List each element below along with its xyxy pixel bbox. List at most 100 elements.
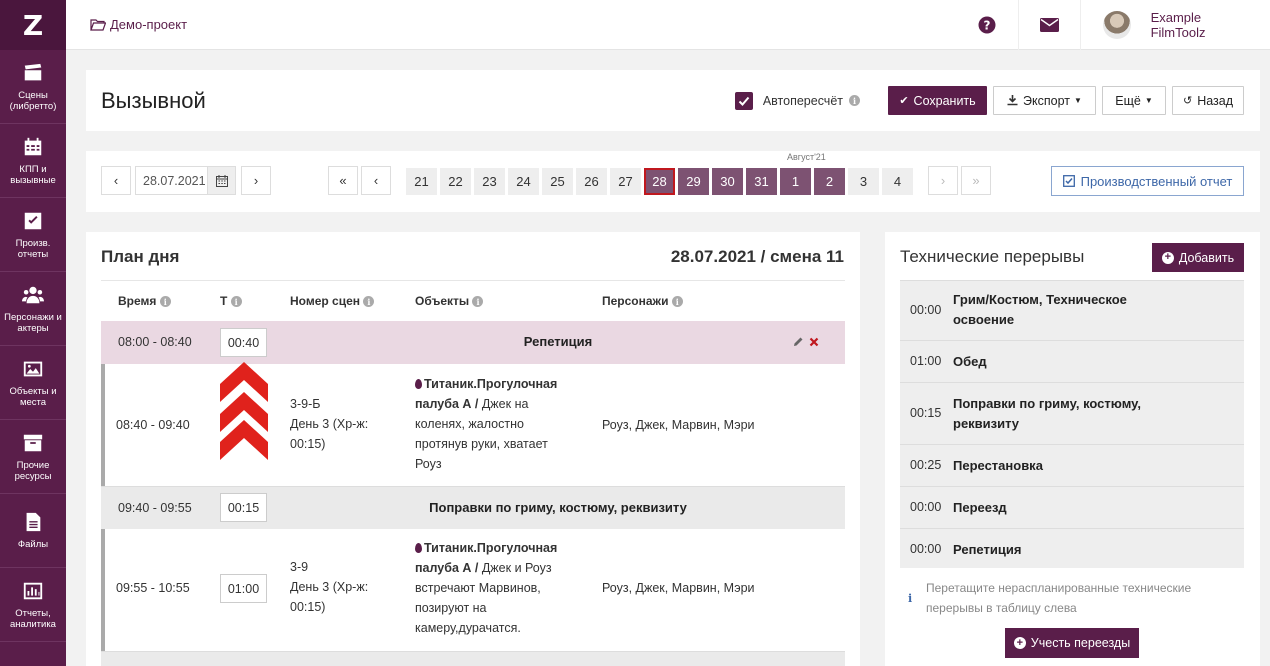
archive-icon (22, 432, 44, 454)
export-label: Экспорт (1023, 93, 1071, 108)
column-header-scene-number: Номер сцен i (290, 294, 375, 308)
table-row-scene[interactable]: 08:40 - 09:40 3-9-Б День 3 (Хр-ж: 00:15)… (101, 364, 845, 486)
sidebar-item-label: Сцены (либретто) (9, 89, 57, 112)
avatar (1103, 11, 1131, 39)
map-marker-icon (415, 379, 422, 389)
day-button[interactable]: 25 (542, 168, 573, 195)
edit-icon[interactable] (793, 335, 804, 350)
tech-break-item[interactable]: 00:25 Перестановка (900, 444, 1244, 486)
more-button[interactable]: Ещё ▼ (1102, 86, 1166, 115)
add-break-button[interactable]: + Добавить (1152, 243, 1244, 272)
map-marker-icon (415, 543, 422, 553)
calendar-icon[interactable] (207, 167, 235, 194)
date-input[interactable]: 28.07.2021 (135, 166, 236, 195)
info-icon: i (230, 296, 242, 308)
break-time: 01:00 (910, 354, 942, 368)
break-name: Репетиция (953, 542, 1022, 557)
table-row-rehearsal[interactable]: 08:00 - 08:40 00:40 Репетиция (101, 321, 845, 364)
day-button[interactable]: 3 (848, 168, 879, 195)
help-button[interactable]: ? (956, 0, 1018, 50)
column-header-characters: Персонажи i (602, 294, 683, 308)
delete-icon[interactable] (809, 335, 819, 350)
day-button[interactable]: 30 (712, 168, 743, 195)
clapperboard-icon (22, 62, 44, 84)
sidebar-item-scenes[interactable]: Сцены (либретто) (0, 50, 66, 124)
top-bar: Демо-проект ? Example FilmToolz (66, 0, 1270, 50)
sidebar-item-reports[interactable]: Произв. отчеты (0, 198, 66, 272)
auto-recalc-label: Автопересчёт (762, 93, 843, 108)
user-name: Example FilmToolz (1150, 10, 1206, 40)
duration-input[interactable]: 00:15 (220, 493, 267, 522)
table-row-scene[interactable]: 09:55 - 10:55 01:00 3-9 День 3 (Хр-ж: 00… (101, 529, 845, 651)
last-page-button[interactable]: » (961, 166, 991, 195)
next-page-button[interactable]: › (928, 166, 958, 195)
plus-icon: + (1161, 251, 1174, 264)
moves-label: Учесть переезды (1030, 636, 1131, 650)
tech-break-item[interactable]: 00:00 Переезд (900, 486, 1244, 528)
day-button[interactable]: 24 (508, 168, 539, 195)
sidebar-item-calls[interactable]: КПП и вызывные (0, 124, 66, 198)
undo-icon: ↺ (1182, 95, 1193, 107)
day-button[interactable]: 29 (678, 168, 709, 195)
row-label: Поправки по гриму, костюму, реквизиту (429, 500, 687, 515)
prev-date-button[interactable]: ‹ (101, 166, 131, 195)
prev-page-button[interactable]: ‹ (361, 166, 391, 195)
help-icon: ? (978, 16, 996, 34)
break-time: 00:15 (910, 406, 942, 420)
production-report-button[interactable]: Производственный отчет (1051, 166, 1244, 196)
day-button[interactable]: 21 (406, 168, 437, 195)
download-icon (1007, 95, 1018, 106)
user-menu[interactable]: Example FilmToolz (1080, 0, 1270, 50)
tech-breaks-title: Технические перерывы (900, 247, 1085, 266)
tech-break-item[interactable]: 00:00 Грим/Костюм, Техническое освоение (900, 280, 1244, 340)
app-logo[interactable]: Z (0, 0, 66, 50)
sidebar-item-analytics[interactable]: Отчеты, аналитика (0, 568, 66, 642)
scene-number: 3-9 День 3 (Хр-ж: 00:15) (290, 560, 369, 614)
duration-input[interactable]: 01:00 (220, 574, 267, 603)
drag-hint: i Перетащите нераспланированные техничес… (908, 581, 1192, 615)
break-name: Переезд (953, 500, 1007, 515)
sidebar-item-label: Объекты и места (9, 385, 57, 408)
sidebar-item-resources[interactable]: Прочие ресурсы (0, 420, 66, 494)
sidebar-item-label: КПП и вызывные (10, 163, 56, 186)
sidebar-item-files[interactable]: Файлы (0, 494, 66, 568)
table-row-break[interactable]: 09:40 - 09:55 00:15 Поправки по гриму, к… (101, 486, 845, 529)
sidebar-item-label: Произв. отчеты (15, 237, 51, 260)
export-button[interactable]: Экспорт ▼ (993, 86, 1096, 115)
duration-input[interactable]: 00:40 (220, 328, 267, 357)
break-time: 00:00 (910, 500, 942, 514)
day-button-selected[interactable]: 28 (644, 168, 675, 195)
sidebar-item-objects[interactable]: Объекты и места (0, 346, 66, 420)
day-button[interactable]: 23 (474, 168, 505, 195)
account-moves-button[interactable]: + Учесть переезды (1005, 628, 1139, 658)
day-button[interactable]: 1 (780, 168, 811, 195)
save-button[interactable]: ✔ Сохранить (888, 86, 987, 115)
column-header-duration: Т i (220, 294, 242, 308)
messages-button[interactable] (1018, 0, 1080, 50)
date-value: 28.07.2021 (143, 173, 206, 188)
info-icon: i (908, 592, 913, 605)
tech-break-item[interactable]: 01:00 Обед (900, 340, 1244, 382)
day-button[interactable]: 22 (440, 168, 471, 195)
break-name: Обед (953, 354, 987, 369)
sidebar-item-characters[interactable]: Персонажи и актеры (0, 272, 66, 346)
auto-recalc-checkbox[interactable] (734, 91, 753, 110)
tech-break-item[interactable]: 00:00 Репетиция (900, 528, 1244, 568)
day-button[interactable]: 27 (610, 168, 641, 195)
check-square-icon (1062, 175, 1075, 187)
first-page-button[interactable]: « (328, 166, 358, 195)
day-button[interactable]: 31 (746, 168, 777, 195)
back-button[interactable]: ↺ Назад (1172, 86, 1244, 115)
info-icon: i (671, 296, 683, 308)
next-date-button[interactable]: › (241, 166, 271, 195)
plan-date-shift: 28.07.2021 / смена 11 (670, 247, 844, 266)
day-button[interactable]: 2 (814, 168, 845, 195)
save-label: Сохранить (913, 93, 976, 108)
breadcrumb[interactable]: Демо-проект (90, 17, 187, 32)
day-button[interactable]: 4 (882, 168, 913, 195)
tech-break-item[interactable]: 00:15 Поправки по гриму, костюму, реквиз… (900, 382, 1244, 444)
day-button[interactable]: 26 (576, 168, 607, 195)
break-time: 00:00 (910, 542, 942, 556)
sidebar-item-label: Отчеты, аналитика (10, 607, 56, 630)
calendar-icon (22, 136, 44, 158)
